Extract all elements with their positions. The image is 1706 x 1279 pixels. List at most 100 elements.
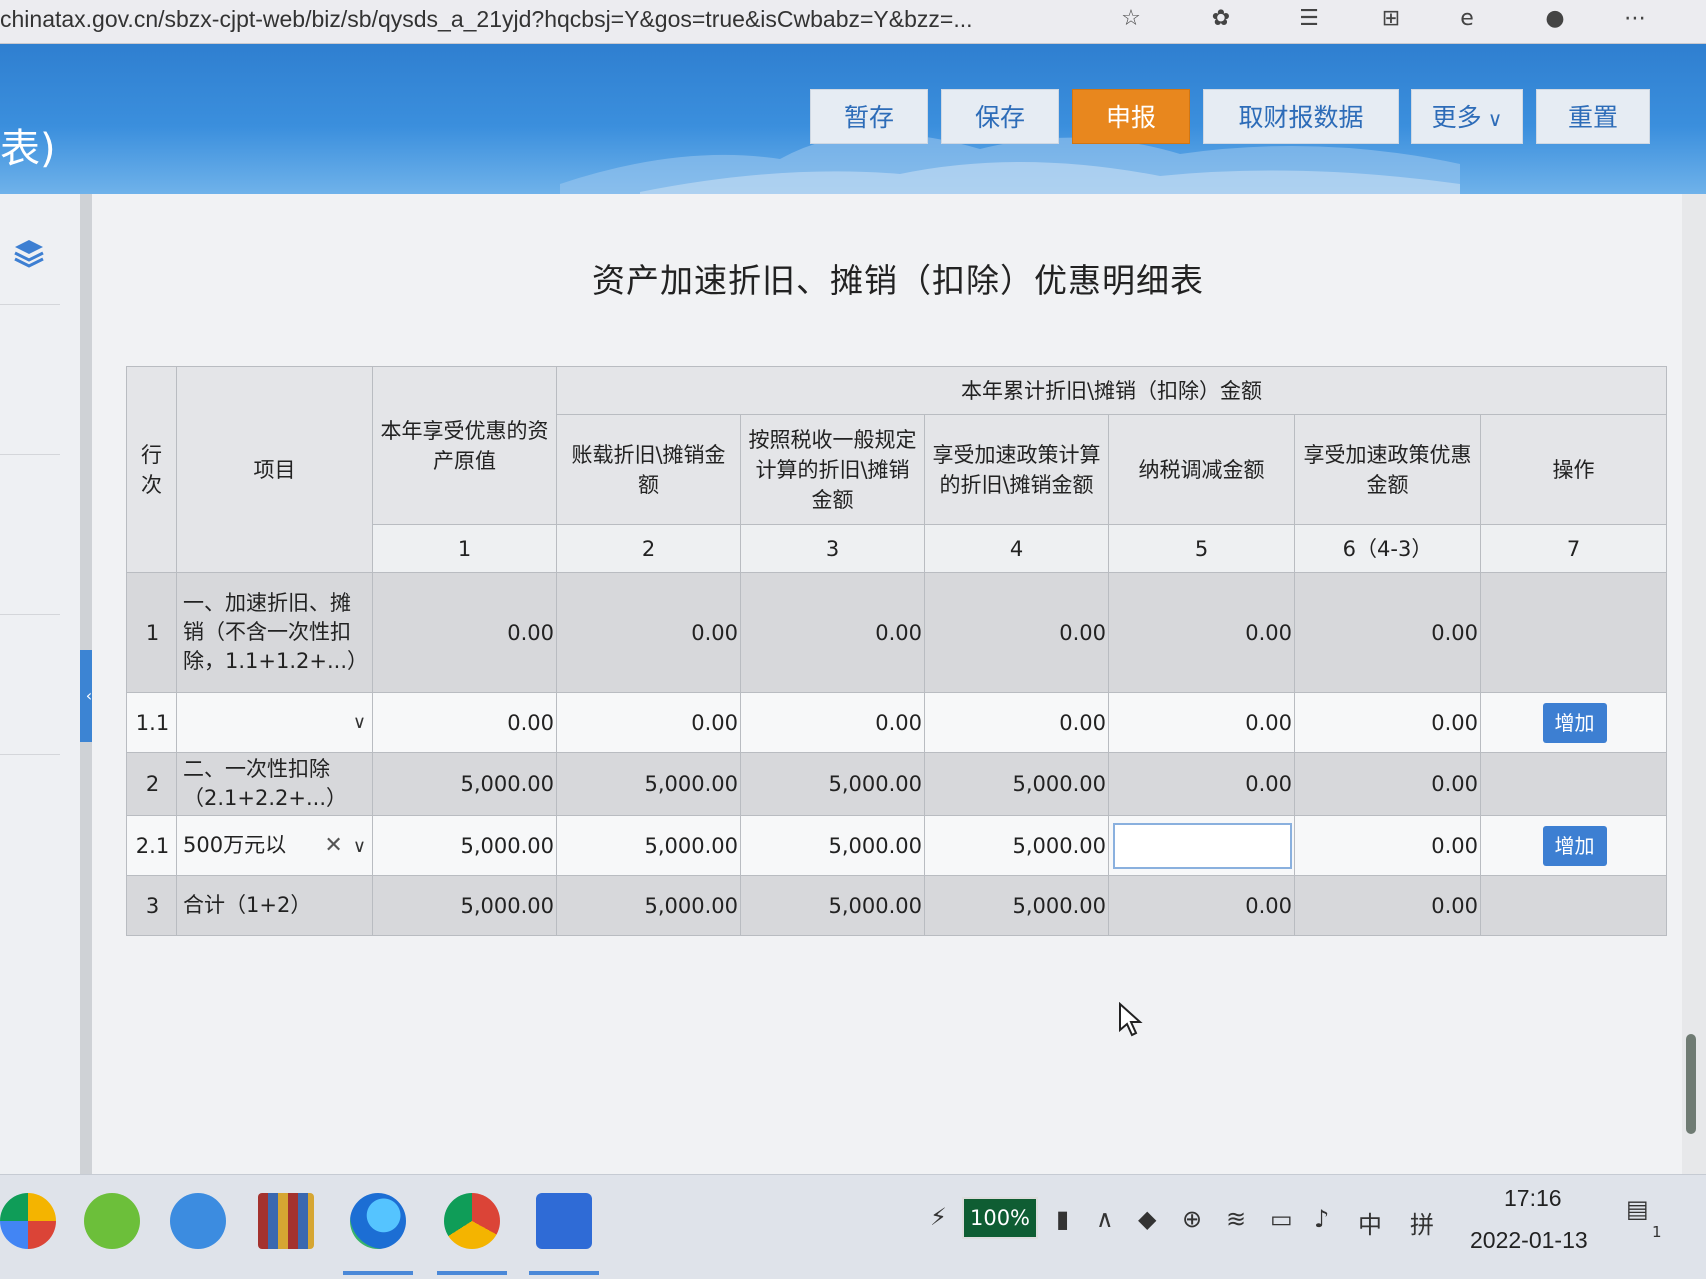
tax-reduction-input[interactable] <box>1113 822 1292 869</box>
chevron-down-icon[interactable]: ∨ <box>353 836 366 857</box>
cube-app-icon[interactable]: ◆ <box>1138 1205 1156 1233</box>
ime-mode-indicator[interactable]: 拼 <box>1410 1205 1434 1240</box>
cell-tax-reduction: 0.00 <box>1108 875 1295 936</box>
app-header: 表) 暂存 保存 申报 取财报数据 更多 ∨ 重置 <box>0 44 1706 194</box>
cell-operation: 增加 <box>1479 692 1668 753</box>
col-number: 1 <box>372 524 557 573</box>
layers-icon[interactable] <box>12 236 46 270</box>
add-row-button[interactable]: 增加 <box>1542 702 1607 743</box>
header-accelerated-depreciation: 享受加速政策计算的折旧\摊销金额 <box>924 414 1109 525</box>
cell-tax-reduction[interactable] <box>1108 815 1295 876</box>
input-original-value[interactable]: 0.00 <box>372 692 557 753</box>
word-document-icon[interactable] <box>536 1193 592 1249</box>
cell-preferential-amount: 0.00 <box>1294 875 1481 936</box>
ie-mode-icon[interactable]: e <box>1452 4 1482 34</box>
notification-count: 1 <box>1652 1223 1662 1241</box>
battery-indicator[interactable]: 100% <box>962 1197 1038 1239</box>
table-row: 2 二、一次性扣除（2.1+2.2+...） 5,000.00 5,000.00… <box>126 752 1668 816</box>
security-app-icon[interactable]: ⊕ <box>1182 1205 1202 1233</box>
row-item: 一、加速折旧、摊销（不含一次性扣除，1.1+1.2+...） <box>176 572 373 693</box>
left-sidebar <box>0 194 92 1174</box>
battery-tray-icon[interactable]: ▭ <box>1270 1205 1293 1233</box>
depreciation-detail-table: 行次 项目 本年享受优惠的资产原值 本年累计折旧\摊销（扣除）金额 账载折旧\摊… <box>126 366 1668 936</box>
fetch-financial-data-button[interactable]: 取财报数据 <box>1203 89 1399 144</box>
item-select[interactable]: 500万元以 ✕ ∨ <box>176 815 373 876</box>
declare-button[interactable]: 申报 <box>1072 89 1190 144</box>
active-app-indicator <box>529 1271 599 1275</box>
cell-book-depreciation: 5,000.00 <box>556 875 741 936</box>
extensions-icon[interactable]: ✿ <box>1206 4 1236 34</box>
row-no: 1.1 <box>126 692 177 753</box>
wifi-icon[interactable]: ≋ <box>1226 1205 1246 1233</box>
input-language-indicator[interactable]: 中 <box>1358 1205 1382 1240</box>
more-button[interactable]: 更多 ∨ <box>1411 89 1523 144</box>
header-original-value: 本年享受优惠的资产原值 <box>372 366 557 525</box>
cell-book-depreciation: 5,000.00 <box>556 752 741 816</box>
item-select[interactable]: ∨ <box>176 692 373 753</box>
add-row-button[interactable]: 增加 <box>1542 825 1607 866</box>
row-no: 2.1 <box>126 815 177 876</box>
chevron-up-icon[interactable]: ∧ <box>1096 1205 1114 1233</box>
clear-icon[interactable]: ✕ <box>324 833 342 858</box>
edge-legacy-icon[interactable] <box>170 1193 226 1249</box>
add-tab-icon[interactable]: ☆ <box>1116 4 1146 34</box>
cell-accelerated-depreciation: 0.00 <box>924 572 1109 693</box>
input-book-depreciation[interactable]: 0.00 <box>556 692 741 753</box>
input-accelerated-depreciation[interactable]: 0.00 <box>924 692 1109 753</box>
usb-device-icon[interactable]: ▮ <box>1056 1205 1069 1233</box>
favorites-icon[interactable]: ☰ <box>1294 4 1324 34</box>
browser-360-icon[interactable] <box>0 1193 56 1249</box>
col-number: 5 <box>1108 524 1295 573</box>
cell-general-depreciation: 0.00 <box>740 572 925 693</box>
cell-preferential-amount: 0.00 <box>1294 815 1481 876</box>
input-book-depreciation[interactable]: 5,000.00 <box>556 815 741 876</box>
cell-operation <box>1479 875 1668 936</box>
chevron-down-icon: ∨ <box>1487 107 1503 131</box>
col-number: 4 <box>924 524 1109 573</box>
vertical-scrollbar[interactable] <box>1682 194 1706 1174</box>
table-row: 1 一、加速折旧、摊销（不含一次性扣除，1.1+1.2+...） 0.00 0.… <box>126 572 1668 693</box>
cell-preferential-amount: 0.00 <box>1294 692 1481 753</box>
profile-avatar-icon[interactable]: ● <box>1540 4 1570 34</box>
scrollbar-thumb[interactable] <box>1686 1034 1696 1134</box>
chevron-down-icon[interactable]: ∨ <box>353 708 366 737</box>
collections-icon[interactable]: ⊞ <box>1376 4 1406 34</box>
internet-explorer-icon[interactable] <box>84 1193 140 1249</box>
volume-icon[interactable]: ♪ <box>1314 1205 1329 1233</box>
browser-address-bar[interactable]: chinatax.gov.cn/sbzx-cjpt-web/biz/sb/qys… <box>0 0 1706 44</box>
cell-operation <box>1479 572 1668 693</box>
power-icon[interactable]: ⚡ <box>930 1203 947 1231</box>
input-original-value[interactable]: 5,000.00 <box>372 815 557 876</box>
input-accelerated-depreciation[interactable]: 5,000.00 <box>924 815 1109 876</box>
header-general-depreciation: 按照税收一般规定计算的折旧\摊销金额 <box>740 414 925 525</box>
col-number: 6（4-3） <box>1294 524 1481 573</box>
input-general-depreciation[interactable]: 0.00 <box>740 692 925 753</box>
sidebar-divider <box>0 754 60 755</box>
chrome-icon[interactable] <box>444 1193 500 1249</box>
cell-original-value: 5,000.00 <box>372 875 557 936</box>
input-tax-reduction[interactable]: 0.00 <box>1108 692 1295 753</box>
screen: chinatax.gov.cn/sbzx-cjpt-web/biz/sb/qys… <box>0 0 1706 1279</box>
more-options-icon[interactable]: ⋯ <box>1620 4 1650 34</box>
table-row: 3 合计（1+2） 5,000.00 5,000.00 5,000.00 5,0… <box>126 875 1668 936</box>
notification-center-icon[interactable]: ▤ <box>1626 1195 1649 1223</box>
edge-browser-icon[interactable] <box>350 1193 406 1249</box>
input-general-depreciation[interactable]: 5,000.00 <box>740 815 925 876</box>
cell-operation: 增加 <box>1479 815 1668 876</box>
active-app-indicator <box>343 1271 413 1275</box>
header-book-depreciation: 账载折旧\摊销金额 <box>556 414 741 525</box>
header-operation: 操作 <box>1479 414 1668 525</box>
reset-button[interactable]: 重置 <box>1536 89 1650 144</box>
cell-original-value: 5,000.00 <box>372 752 557 816</box>
cell-general-depreciation: 5,000.00 <box>740 752 925 816</box>
winrar-icon[interactable] <box>258 1193 314 1249</box>
sidebar-divider <box>0 614 60 615</box>
clock-date[interactable]: 2022-01-13 <box>1470 1227 1588 1254</box>
page-title: 资产加速折旧、摊销（扣除）优惠明细表 <box>592 261 1204 300</box>
save-button[interactable]: 保存 <box>941 89 1059 144</box>
clock-time[interactable]: 17:16 <box>1504 1185 1562 1212</box>
url-text[interactable]: chinatax.gov.cn/sbzx-cjpt-web/biz/sb/qys… <box>0 6 973 33</box>
row-no: 1 <box>126 572 177 693</box>
temp-save-button[interactable]: 暂存 <box>810 89 928 144</box>
row-item: 二、一次性扣除（2.1+2.2+...） <box>176 752 373 816</box>
